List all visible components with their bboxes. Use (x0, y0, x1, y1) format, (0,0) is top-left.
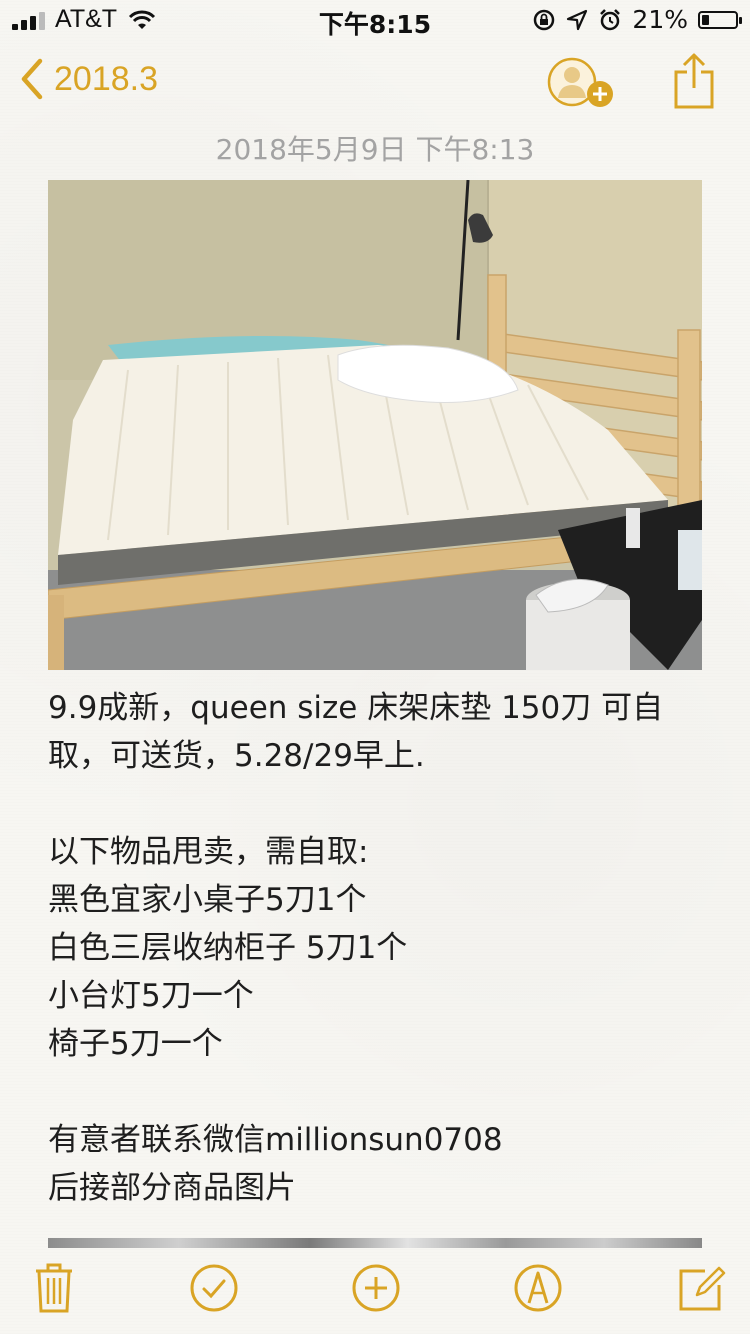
note-line: 小台灯5刀一个 (48, 978, 254, 1014)
back-button[interactable]: 2018.3 (20, 58, 158, 100)
note-line: 白色三层收纳柜子 5刀1个 (48, 930, 408, 966)
note-line: 以下物品甩卖，需自取: (48, 834, 369, 870)
battery-percent: 21% (632, 5, 688, 34)
battery-icon (698, 10, 742, 29)
compose-icon (679, 1266, 726, 1311)
status-right: 21% (532, 5, 742, 34)
add-button[interactable] (348, 1260, 404, 1316)
alarm-icon (600, 8, 621, 30)
note-line (48, 1068, 718, 1116)
trash-icon (36, 1263, 72, 1313)
note-line: 9.9成新，queen size 床架床垫 150刀 可自 (48, 690, 664, 726)
bottom-toolbar (0, 1244, 750, 1334)
note-line: 有意者联系微信millionsun0708 (48, 1122, 503, 1158)
delete-button[interactable] (26, 1260, 82, 1316)
compose-button[interactable] (674, 1260, 730, 1316)
note-line: 后接部分商品图片 (48, 1170, 296, 1206)
bed-photo[interactable] (48, 180, 702, 670)
checklist-icon (190, 1264, 238, 1312)
location-icon (567, 9, 588, 30)
note-line: 黑色宜家小桌子5刀1个 (48, 882, 367, 918)
note-line: 取，可送货，5.28/29早上. (48, 738, 425, 774)
status-bar: AT&T 下午8:15 21% (0, 0, 750, 40)
rotation-lock-icon (534, 9, 555, 30)
chevron-left-icon (21, 58, 43, 100)
add-person-icon[interactable] (546, 56, 618, 112)
battery-fill (702, 14, 709, 25)
note-line: 椅子5刀一个 (48, 1026, 223, 1062)
note-body[interactable]: 9.9成新，queen size 床架床垫 150刀 可自 取，可送货，5.28… (48, 684, 718, 1212)
checklist-button[interactable] (186, 1260, 242, 1316)
note-date: 2018年5月9日 下午8:13 (215, 133, 535, 166)
sketch-icon (514, 1264, 562, 1312)
note-line (48, 780, 718, 828)
back-label: 2018.3 (54, 59, 158, 98)
sketch-button[interactable] (510, 1260, 566, 1316)
add-icon (352, 1264, 400, 1312)
share-icon[interactable] (672, 52, 716, 110)
